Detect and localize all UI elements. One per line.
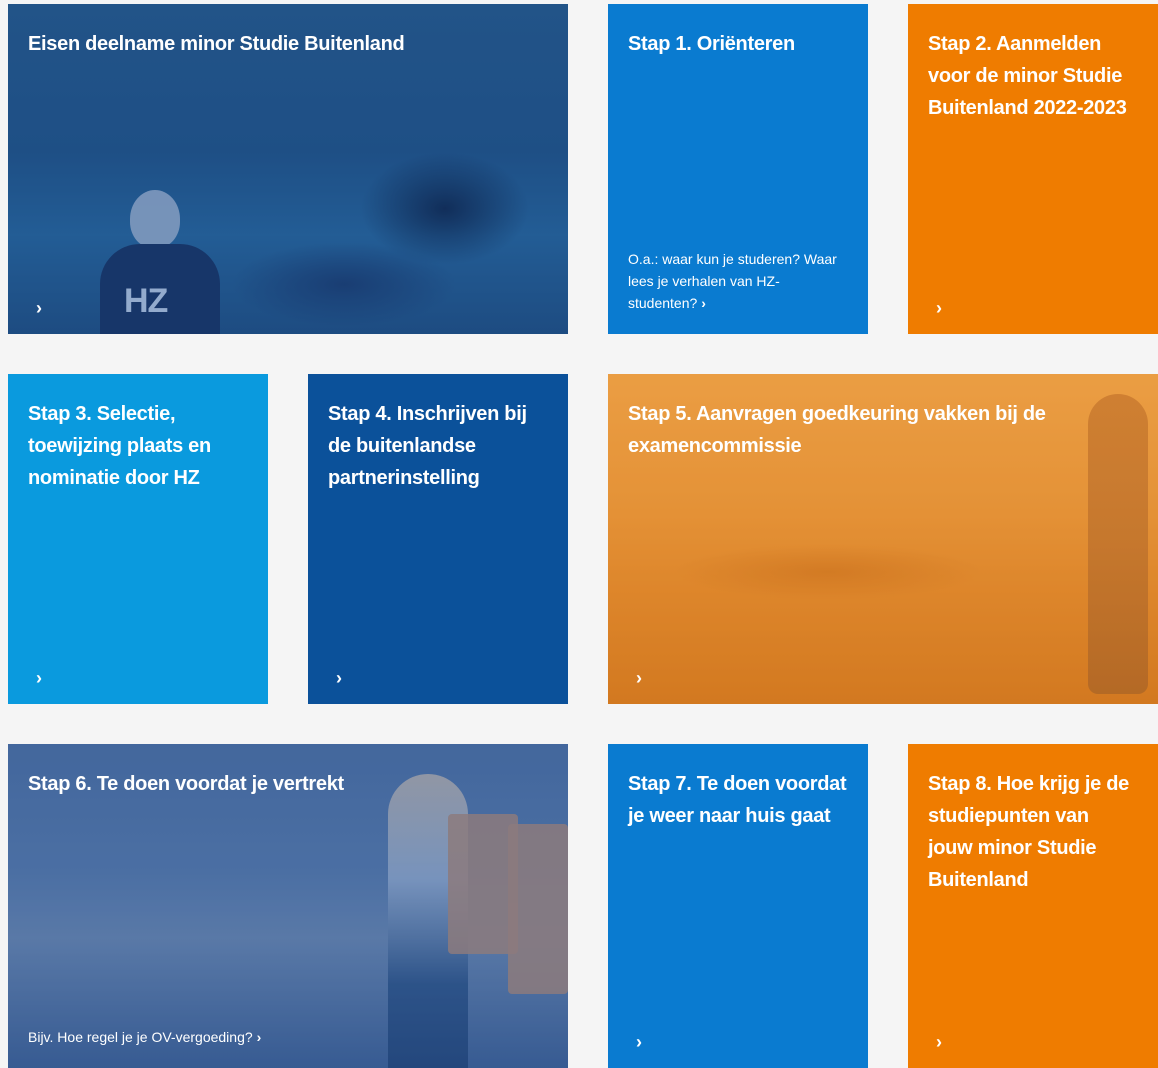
chevron-right-icon: ›	[936, 298, 942, 318]
chevron-right-icon: ›	[636, 668, 642, 688]
tile-subtitle: Bijv. Hoe regel je je OV-vergoeding? ›	[28, 1029, 262, 1045]
tile-title: Stap 3. Selectie, toewijzing plaats en n…	[28, 403, 211, 489]
tile-title: Eisen deelname minor Studie Buitenland	[28, 33, 405, 55]
tile-title: Stap 6. Te doen voordat je vertrekt	[28, 773, 344, 795]
tile-eisen-deelname[interactable]: HZ Eisen deelname minor Studie Buitenlan…	[8, 4, 568, 334]
chevron-right-icon: ›	[36, 668, 42, 688]
chevron-right-icon: ›	[256, 1029, 262, 1045]
tile-title: Stap 8. Hoe krijg je de studiepunten van…	[928, 773, 1129, 891]
tile-subtitle: O.a.: waar kun je studeren? Waar lees je…	[628, 251, 837, 311]
tile-stap-6[interactable]: Stap 6. Te doen voordat je vertrekt Bijv…	[8, 744, 568, 1068]
tile-stap-2[interactable]: Stap 2. Aanmelden voor de minor Studie B…	[908, 4, 1158, 334]
tile-title: Stap 4. Inschrijven bij de buitenlandse …	[328, 403, 527, 489]
chevron-right-icon: ›	[36, 298, 42, 318]
chevron-right-icon: ›	[336, 668, 342, 688]
tile-title: Stap 2. Aanmelden voor de minor Studie B…	[928, 33, 1127, 119]
chevron-right-icon: ›	[701, 295, 706, 311]
tile-stap-1[interactable]: Stap 1. Oriënteren O.a.: waar kun je stu…	[608, 4, 868, 334]
tile-title: Stap 7. Te doen voordat je weer naar hui…	[628, 773, 847, 827]
tile-title: Stap 5. Aanvragen goedkeuring vakken bij…	[628, 403, 1046, 457]
tile-title: Stap 1. Oriënteren	[628, 33, 795, 55]
tile-stap-8[interactable]: Stap 8. Hoe krijg je de studiepunten van…	[908, 744, 1158, 1068]
chevron-right-icon: ›	[936, 1032, 942, 1052]
step-tile-grid: HZ Eisen deelname minor Studie Buitenlan…	[0, 0, 1158, 1068]
tile-stap-4[interactable]: Stap 4. Inschrijven bij de buitenlandse …	[308, 374, 568, 704]
tile-stap-5[interactable]: Stap 5. Aanvragen goedkeuring vakken bij…	[608, 374, 1158, 704]
tile-stap-7[interactable]: Stap 7. Te doen voordat je weer naar hui…	[608, 744, 868, 1068]
chevron-right-icon: ›	[636, 1032, 642, 1052]
tile-stap-3[interactable]: Stap 3. Selectie, toewijzing plaats en n…	[8, 374, 268, 704]
